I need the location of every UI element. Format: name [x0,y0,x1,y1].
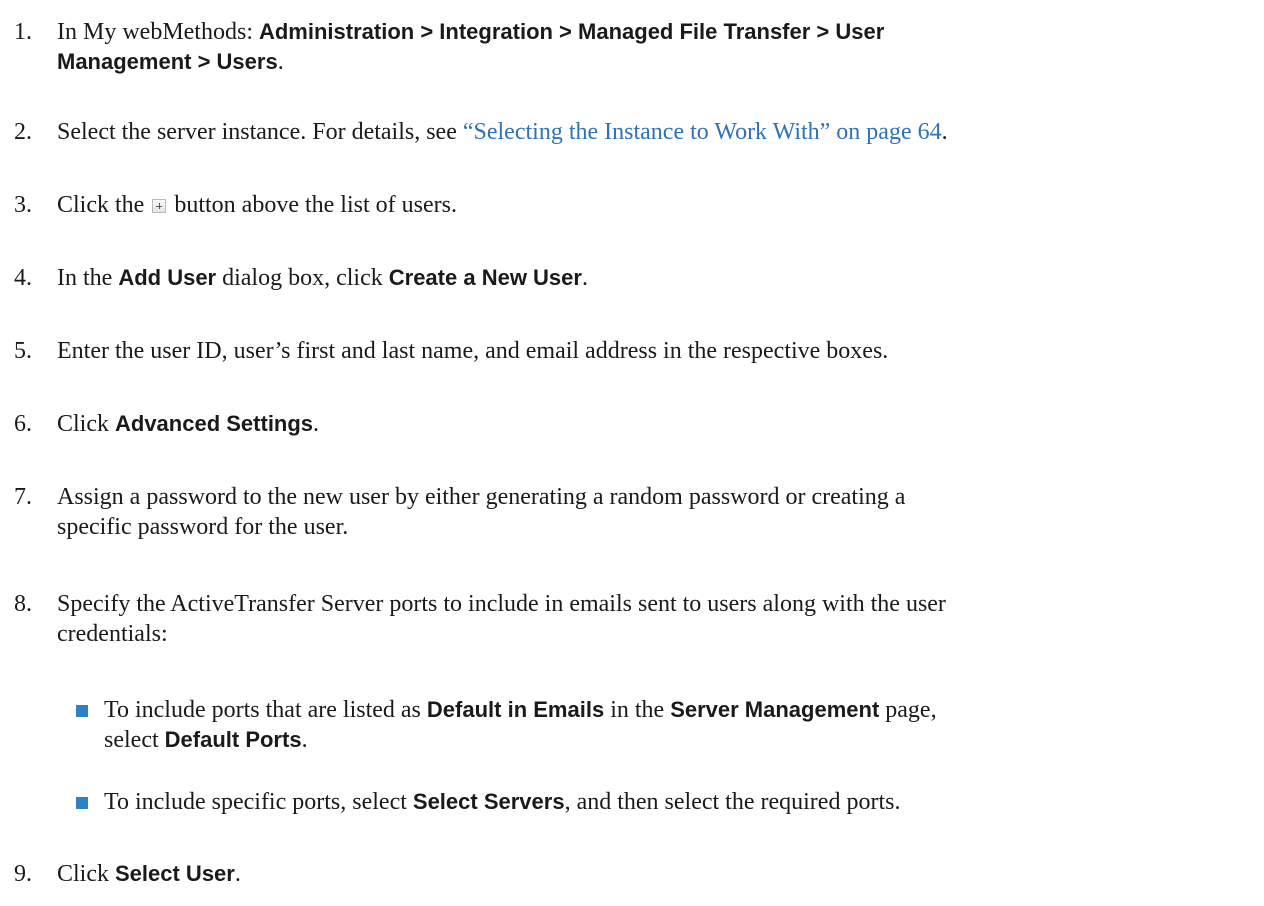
step-number: 5. [14,338,32,364]
step-text-plain: Click [57,861,115,887]
step-text-plain: In My webMethods: [57,19,259,45]
step-text-plain: dialog box, click [216,265,389,291]
cross-reference-link[interactable]: “Selecting the Instance to Work With” on… [463,119,942,145]
step-text-plain: . [234,861,241,887]
option-name: Select Servers [412,789,565,814]
bullet-text-plain: page, [879,697,937,723]
bullet-text-plain: in the [604,697,671,723]
bullet-text-plain: To include specific ports, select [104,789,413,815]
option-name: Create a New User [388,265,582,290]
step-text-plain: . [941,119,948,145]
step-number: 4. [14,265,32,291]
step-number: 2. [14,119,32,145]
step-text-line: credentials: [57,621,168,647]
step-text: Enter the user ID, user’s first and last… [57,338,889,364]
step-text-line: Assign a password to the new user by eit… [57,484,906,510]
option-name: Advanced Settings [115,411,314,436]
step-number: 3. [14,192,32,218]
step-text-plain: button above the list of users. [168,192,457,218]
bullet-text: To include ports that are listed as Defa… [104,695,1180,755]
bullet-text-plain: . [301,727,308,753]
step-text-plain: In the [57,265,119,291]
option-name: Default Ports [164,727,302,752]
step-text-plain: Click the [57,192,151,218]
bullet-square-icon [76,705,88,717]
step-text-plain: Select the server instance. For details,… [57,119,463,145]
step-number: 8. [14,591,32,617]
bullet-square-icon [76,797,88,809]
step-text-plain: . [581,265,588,291]
step-number: 9. [14,861,32,887]
step-text-plain: . [277,49,284,75]
step-text-line: Specify the ActiveTransfer Server ports … [57,591,946,617]
step-text-plain: Click [57,411,115,437]
column-name: Default in Emails [426,697,605,722]
step-number: 1. [14,19,32,45]
step-text: Click Advanced Settings. [57,409,1240,439]
menu-path: Administration > Integration > Managed F… [258,19,885,44]
step-number: 6. [14,411,32,437]
step-text: Specify the ActiveTransfer Server ports … [57,589,1240,649]
bullet-text-plain: To include ports that are listed as [104,697,427,723]
step-text-plain: . [313,411,320,437]
step-text: Assign a password to the new user by eit… [57,482,1240,542]
step-text: In the Add User dialog box, click Create… [57,263,1240,293]
step-text: Click the button above the list of users… [57,190,1240,220]
dialog-name: Add User [118,265,217,290]
option-name: Select User [115,861,235,886]
step-text: Click Select User. [57,859,1240,889]
page-name: Server Management [670,697,880,722]
bullet-text: To include specific ports, select Select… [104,787,1180,817]
plus-button-icon [152,199,167,213]
step-text-line: specific password for the user. [57,514,349,540]
step-text: Select the server instance. For details,… [57,117,1240,147]
menu-path-cont: Management > Users [57,49,278,74]
bullet-text-plain: select [104,727,165,753]
bullet-text-plain: , and then select the required ports. [564,789,901,815]
step-number: 7. [14,484,32,510]
step-text: In My webMethods: Administration > Integ… [57,17,1240,77]
